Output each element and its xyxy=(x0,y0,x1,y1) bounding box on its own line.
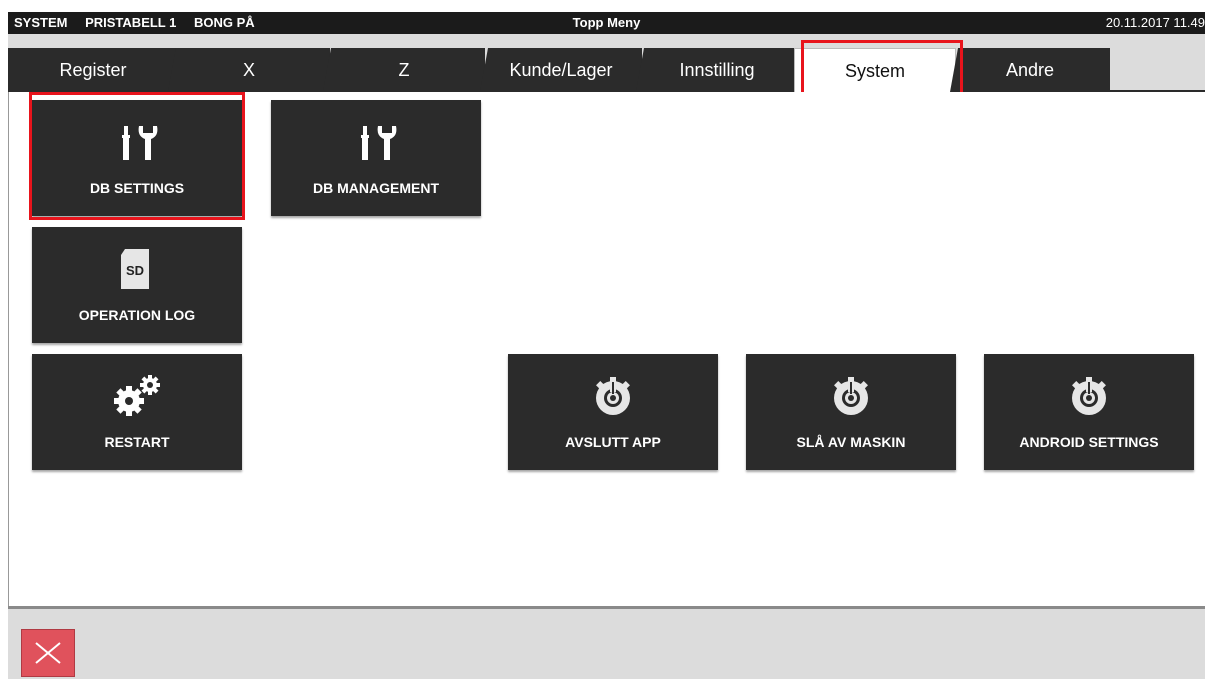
power-gear-icon xyxy=(984,376,1194,416)
operation-log-button[interactable]: SD OPERATION LOG xyxy=(32,227,242,343)
tab-register[interactable]: Register xyxy=(8,48,178,92)
bottom-bar xyxy=(8,606,1205,679)
db-settings-button[interactable]: DB SETTINGS xyxy=(32,100,242,216)
db-management-label: DB MANAGEMENT xyxy=(313,180,439,196)
close-icon xyxy=(35,642,61,664)
tools-icon xyxy=(271,122,481,162)
avslutt-app-button[interactable]: AVSLUTT APP xyxy=(508,354,718,470)
status-bar: SYSTEM PRISTABELL 1 BONG PÅ Topp Meny 20… xyxy=(8,12,1205,34)
tab-x[interactable]: X xyxy=(168,48,330,92)
gears-icon xyxy=(32,375,242,416)
avslutt-app-label: AVSLUTT APP xyxy=(565,434,661,450)
tab-kunde-lager[interactable]: Kunde/Lager xyxy=(480,48,642,92)
db-settings-label: DB SETTINGS xyxy=(89,180,185,196)
android-settings-label: ANDROID SETTINGS xyxy=(1019,434,1159,450)
restart-button[interactable]: RESTART xyxy=(32,354,242,470)
tab-innstilling[interactable]: Innstilling xyxy=(636,48,798,92)
svg-text:SD: SD xyxy=(126,263,144,278)
status-datetime: 20.11.2017 11.49 xyxy=(1105,15,1205,30)
close-button[interactable] xyxy=(21,629,75,677)
tab-system[interactable]: System xyxy=(794,48,956,94)
restart-label: RESTART xyxy=(104,434,170,450)
sla-av-maskin-label: SLÅ AV MASKIN xyxy=(796,434,906,450)
tab-andre[interactable]: Andre xyxy=(950,48,1110,92)
tools-icon xyxy=(32,122,242,162)
sd-card-icon: SD xyxy=(32,249,242,289)
power-gear-icon xyxy=(746,376,956,416)
power-gear-icon xyxy=(508,376,718,416)
operation-log-label: OPERATION LOG xyxy=(78,307,196,323)
window-title: Topp Meny xyxy=(572,15,641,30)
android-settings-button[interactable]: ANDROID SETTINGS xyxy=(984,354,1194,470)
tab-z[interactable]: Z xyxy=(323,48,485,92)
db-management-button[interactable]: DB MANAGEMENT xyxy=(271,100,481,216)
sla-av-maskin-button[interactable]: SLÅ AV MASKIN xyxy=(746,354,956,470)
